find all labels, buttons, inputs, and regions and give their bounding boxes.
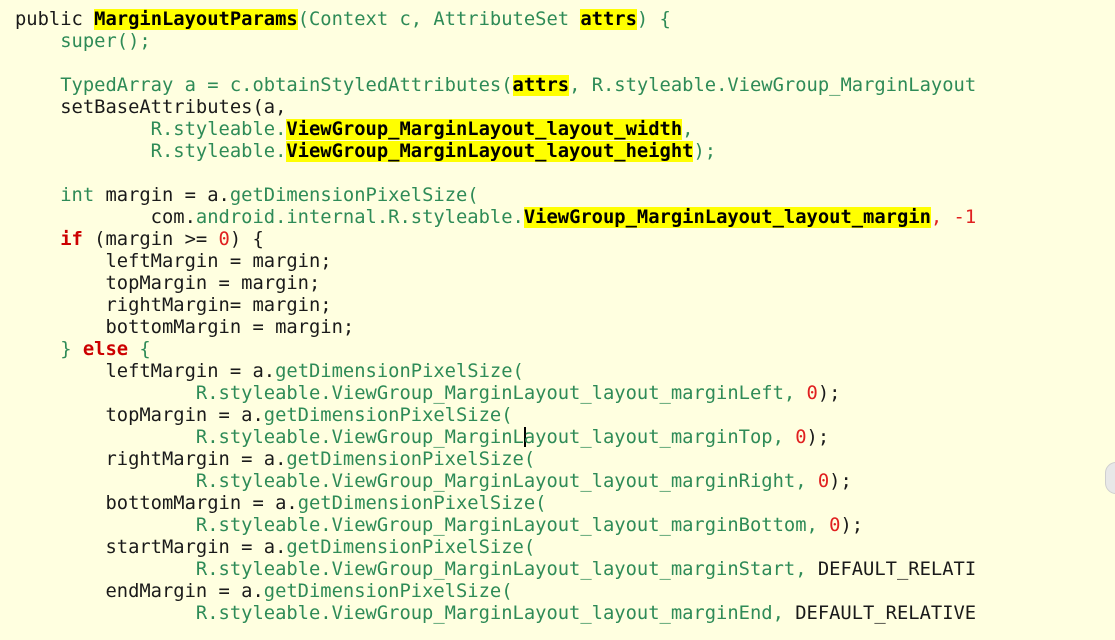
code-line[interactable]: topMargin = a.getDimensionPixelSize( (15, 405, 976, 427)
code-token: getDimensionPixelSize( (263, 581, 513, 602)
code-line[interactable]: R.styleable.ViewGroup_MarginLayout_layou… (15, 559, 976, 581)
code-token: super (15, 31, 117, 52)
code-line[interactable] (15, 163, 976, 185)
code-line[interactable]: endMargin = a.getDimensionPixelSize( (15, 581, 976, 603)
code-token: TypedArray a = c.obtainStyledAttributes( (15, 75, 513, 96)
code-editor[interactable]: public MarginLayoutParams(Context c, Att… (0, 0, 1115, 640)
scroll-handle[interactable] (1105, 462, 1115, 494)
search-highlight: ViewGroup_MarginLayout_layout_height (286, 141, 694, 162)
code-token: R.styleable.ViewGroup_MarginLayout_layou… (15, 603, 796, 624)
code-token: 0 (806, 383, 818, 404)
code-token: topMargin = a. (15, 405, 264, 426)
code-token: , (682, 119, 694, 140)
code-content[interactable]: public MarginLayoutParams(Context c, Att… (15, 9, 976, 625)
code-line[interactable]: rightMargin= margin; (15, 295, 976, 317)
code-token: endMargin = a. (15, 581, 264, 602)
code-token: getDimensionPixelSize( (263, 405, 513, 426)
code-line[interactable]: bottomMargin = margin; (15, 317, 976, 339)
code-token: getDimensionPixelSize( (229, 185, 479, 206)
code-token: getDimensionPixelSize( (297, 493, 547, 514)
code-token: public (15, 9, 95, 30)
code-token: ); (817, 383, 841, 404)
code-token: android.internal.R.styleable. (195, 207, 524, 228)
code-token: (); (116, 31, 151, 52)
code-token: bottomMargin = margin; (15, 317, 355, 338)
code-line[interactable]: setBaseAttributes(a, (15, 97, 976, 119)
code-token: 0 (829, 515, 841, 536)
code-line[interactable]: R.styleable.ViewGroup_MarginLayout_layou… (15, 427, 976, 449)
code-token: 0 (795, 427, 807, 448)
code-line[interactable] (15, 53, 976, 75)
code-token: (Context c, AttributeSet (297, 9, 581, 30)
search-highlight: ViewGroup_MarginLayout_layout_margin (523, 207, 931, 228)
code-token: ); (840, 515, 864, 536)
code-line[interactable]: topMargin = margin; (15, 273, 976, 295)
code-token: R.styleable.ViewGroup_MarginLayout_layou… (15, 383, 807, 404)
code-token: } (15, 339, 83, 360)
code-token: margin = a. (105, 185, 230, 206)
code-token: R.styleable. (15, 141, 287, 162)
search-highlight: attrs (580, 9, 637, 30)
code-token: , -1 (930, 207, 977, 228)
code-token: ); (806, 427, 830, 448)
code-line[interactable]: leftMargin = a.getDimensionPixelSize( (15, 361, 976, 383)
code-line[interactable]: R.styleable.ViewGroup_MarginLayout_layou… (15, 141, 976, 163)
code-line[interactable]: R.styleable.ViewGroup_MarginLayout_layou… (15, 119, 976, 141)
code-token: R.styleable.ViewGroup_MarginLayout_layou… (15, 515, 830, 536)
code-token: else (82, 339, 129, 360)
code-token: int (15, 185, 106, 206)
code-line[interactable]: public MarginLayoutParams(Context c, Att… (15, 9, 976, 31)
search-highlight: ViewGroup_MarginLayout_layout_width (286, 119, 683, 140)
code-token: 0 (218, 229, 230, 250)
code-line[interactable]: startMargin = a.getDimensionPixelSize( (15, 537, 976, 559)
code-token: leftMargin = margin; (15, 251, 332, 272)
code-token: DEFAULT_RELATI (817, 559, 977, 580)
code-token: ayout_layout_marginTop, (523, 427, 796, 448)
code-token: R.styleable.ViewGroup_MarginL (15, 427, 524, 448)
code-line[interactable]: leftMargin = margin; (15, 251, 976, 273)
code-token: rightMargin= margin; (15, 295, 332, 316)
code-token: , R.styleable.ViewGroup_MarginLayout (569, 75, 977, 96)
code-line[interactable]: super(); (15, 31, 976, 53)
code-token: (margin >= (82, 229, 219, 250)
code-token: rightMargin = a. (15, 449, 287, 470)
code-line[interactable]: R.styleable.ViewGroup_MarginLayout_layou… (15, 471, 976, 493)
code-token: R.styleable.ViewGroup_MarginLayout_layou… (15, 471, 818, 492)
code-token: topMargin = margin; (15, 273, 321, 294)
code-token: 0 (817, 471, 830, 492)
code-line[interactable]: R.styleable.ViewGroup_MarginLayout_layou… (15, 603, 976, 625)
code-token: R.styleable.ViewGroup_MarginLayout_layou… (15, 559, 818, 580)
code-token: bottomMargin = a. (15, 493, 298, 514)
code-token: getDimensionPixelSize( (286, 537, 536, 558)
code-token: ) { (229, 229, 264, 250)
code-token: ); (693, 141, 717, 162)
code-token: ); (829, 471, 852, 492)
code-token: startMargin = a. (15, 537, 287, 558)
code-token: ) { (636, 9, 671, 30)
code-token: DEFAULT_RELATIVE (795, 603, 977, 624)
code-token: com. (15, 207, 196, 228)
code-token: getDimensionPixelSize( (275, 361, 524, 382)
code-line[interactable]: bottomMargin = a.getDimensionPixelSize( (15, 493, 976, 515)
search-highlight: attrs (512, 75, 570, 96)
code-line[interactable]: int margin = a.getDimensionPixelSize( (15, 185, 976, 207)
code-token: getDimensionPixelSize( (286, 449, 536, 470)
code-line[interactable]: } else { (15, 339, 976, 361)
code-token: leftMargin = a. (15, 361, 276, 382)
code-line[interactable]: R.styleable.ViewGroup_MarginLayout_layou… (15, 383, 976, 405)
code-line[interactable]: TypedArray a = c.obtainStyledAttributes(… (15, 75, 976, 97)
code-token: if (60, 229, 83, 250)
code-token: setBaseAttributes(a, (15, 97, 287, 118)
code-line[interactable]: com.android.internal.R.styleable.ViewGro… (15, 207, 976, 229)
code-token: { (128, 339, 151, 360)
code-token: R.styleable. (15, 119, 287, 140)
code-line[interactable]: rightMargin = a.getDimensionPixelSize( (15, 449, 976, 471)
code-line[interactable]: R.styleable.ViewGroup_MarginLayout_layou… (15, 515, 976, 537)
search-highlight: MarginLayoutParams (94, 9, 298, 30)
code-line[interactable]: if (margin >= 0) { (15, 229, 976, 251)
